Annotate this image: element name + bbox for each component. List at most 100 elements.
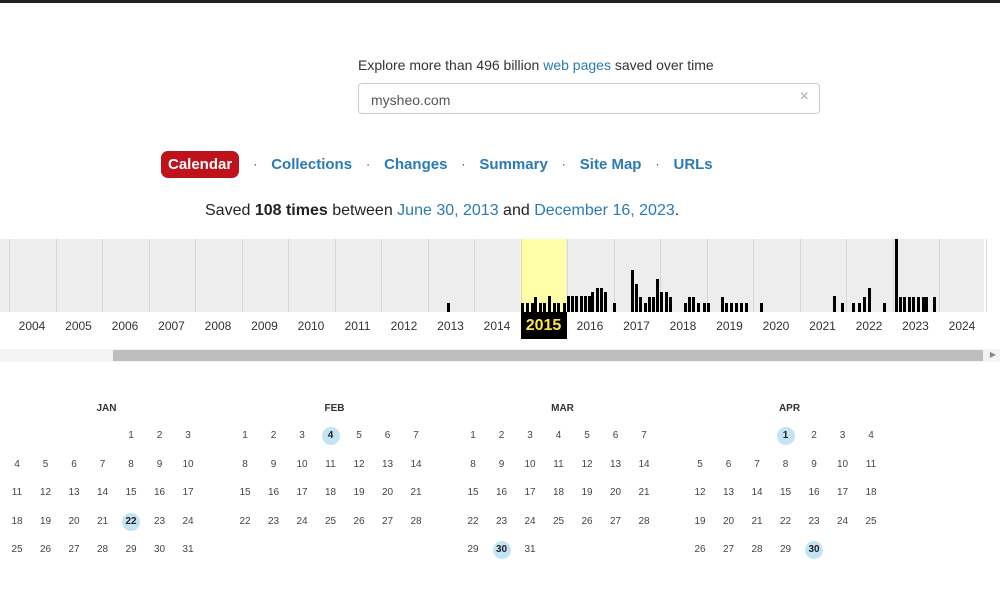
year-label-2022[interactable]: 2022 <box>846 319 892 333</box>
capture-bar[interactable] <box>652 297 655 312</box>
capture-bar[interactable] <box>735 303 738 312</box>
capture-bar[interactable] <box>730 303 733 312</box>
year-label-2004[interactable]: 2004 <box>9 319 55 333</box>
capture-bar[interactable] <box>526 303 529 312</box>
capture-bar[interactable] <box>707 303 710 312</box>
capture-bar[interactable] <box>557 303 560 312</box>
capture-bar[interactable] <box>740 303 743 312</box>
year-label-2008[interactable]: 2008 <box>195 319 241 333</box>
tab-site-map[interactable]: Site Map <box>580 156 642 173</box>
capture-bar[interactable] <box>613 303 616 312</box>
capture-bar[interactable] <box>684 303 687 312</box>
web-pages-link[interactable]: web pages <box>543 57 611 73</box>
capture-bar[interactable] <box>669 297 672 312</box>
year-label-2009[interactable]: 2009 <box>242 319 288 333</box>
capture-bar[interactable] <box>584 296 587 312</box>
capture-bar[interactable] <box>925 297 928 312</box>
capture-bar[interactable] <box>447 303 450 312</box>
timeline-scrollbar[interactable]: ▶ <box>0 349 1000 362</box>
capture-bar[interactable] <box>833 296 836 312</box>
year-label-2019[interactable]: 2019 <box>707 319 753 333</box>
capture-bar[interactable] <box>725 303 728 312</box>
search-input[interactable]: mysheo.com <box>371 92 450 108</box>
capture-bar[interactable] <box>591 292 594 312</box>
tab-summary[interactable]: Summary <box>479 156 547 173</box>
capture-bar[interactable] <box>644 303 647 312</box>
capture-bar[interactable] <box>908 297 911 312</box>
capture-bar[interactable] <box>692 297 695 312</box>
capture-bar[interactable] <box>917 297 920 312</box>
year-label-2015[interactable]: 2015 <box>520 312 567 339</box>
capture-bar[interactable] <box>635 284 638 312</box>
tab-collections[interactable]: Collections <box>271 156 352 173</box>
capture-bar[interactable] <box>883 303 886 312</box>
captured-day[interactable]: 4 <box>321 427 340 445</box>
capture-histogram[interactable] <box>0 239 987 312</box>
year-label-2014[interactable]: 2014 <box>474 319 520 333</box>
capture-bar[interactable] <box>639 297 642 312</box>
capture-bar[interactable] <box>895 239 898 312</box>
capture-bar[interactable] <box>841 303 844 312</box>
captured-day[interactable]: 22 <box>122 512 140 531</box>
capture-bar[interactable] <box>596 288 599 312</box>
capture-bar[interactable] <box>534 297 537 312</box>
capture-bar[interactable] <box>539 303 542 312</box>
capture-bar[interactable] <box>933 297 936 312</box>
scroll-right-icon[interactable]: ▶ <box>990 350 996 359</box>
url-search-box[interactable]: mysheo.com × <box>358 83 820 114</box>
last-capture-link[interactable]: December 16, 2023 <box>534 202 675 219</box>
first-capture-link[interactable]: June 30, 2013 <box>397 202 498 219</box>
year-label-2024[interactable]: 2024 <box>939 319 985 333</box>
capture-bar[interactable] <box>575 296 578 312</box>
capture-bar[interactable] <box>697 303 700 312</box>
capture-bar[interactable] <box>863 297 866 312</box>
year-label-2021[interactable]: 2021 <box>800 319 846 333</box>
year-label-2011[interactable]: 2011 <box>335 319 381 333</box>
capture-bar[interactable] <box>571 296 574 312</box>
year-label-2016[interactable]: 2016 <box>567 319 613 333</box>
capture-bar[interactable] <box>580 296 583 312</box>
year-label-2023[interactable]: 2023 <box>893 319 939 333</box>
capture-bar[interactable] <box>760 303 763 312</box>
capture-bar[interactable] <box>899 297 902 312</box>
capture-bar[interactable] <box>868 288 871 312</box>
capture-bar[interactable] <box>563 303 566 312</box>
captured-day[interactable]: 30 <box>492 541 511 559</box>
capture-bar[interactable] <box>703 303 706 312</box>
capture-bar[interactable] <box>567 296 570 312</box>
tab-urls[interactable]: URLs <box>673 156 712 173</box>
tab-calendar[interactable]: Calendar <box>161 150 240 178</box>
year-label-2006[interactable]: 2006 <box>102 319 148 333</box>
capture-bar[interactable] <box>656 279 659 312</box>
capture-bar[interactable] <box>852 303 855 312</box>
capture-bar[interactable] <box>903 297 906 312</box>
capture-bar[interactable] <box>721 297 724 312</box>
clear-icon[interactable]: × <box>800 88 809 106</box>
capture-bar[interactable] <box>858 303 861 312</box>
capture-bar[interactable] <box>631 270 634 312</box>
year-label-2010[interactable]: 2010 <box>288 319 334 333</box>
year-label-2017[interactable]: 2017 <box>614 319 660 333</box>
tab-changes[interactable]: Changes <box>384 156 447 173</box>
capture-bar[interactable] <box>521 303 524 312</box>
capture-bar[interactable] <box>548 296 551 312</box>
capture-bar[interactable] <box>745 303 748 312</box>
year-label-2012[interactable]: 2012 <box>381 319 427 333</box>
year-label-2005[interactable]: 2005 <box>56 319 102 333</box>
year-label-2013[interactable]: 2013 <box>428 319 474 333</box>
year-label-2020[interactable]: 2020 <box>753 319 799 333</box>
scrollbar-thumb[interactable] <box>113 350 983 361</box>
capture-bar[interactable] <box>648 297 651 312</box>
captured-day[interactable]: 1 <box>776 427 795 445</box>
capture-bar[interactable] <box>604 292 607 312</box>
capture-bar[interactable] <box>912 297 915 312</box>
capture-bar[interactable] <box>660 292 663 312</box>
captured-day[interactable]: 30 <box>805 541 823 559</box>
capture-bar[interactable] <box>665 292 668 312</box>
capture-bar[interactable] <box>688 297 691 312</box>
capture-bar[interactable] <box>553 303 556 312</box>
year-label-2007[interactable]: 2007 <box>149 319 195 333</box>
year-label-2018[interactable]: 2018 <box>660 319 706 333</box>
capture-bar[interactable] <box>600 288 603 312</box>
capture-bar[interactable] <box>543 303 546 312</box>
